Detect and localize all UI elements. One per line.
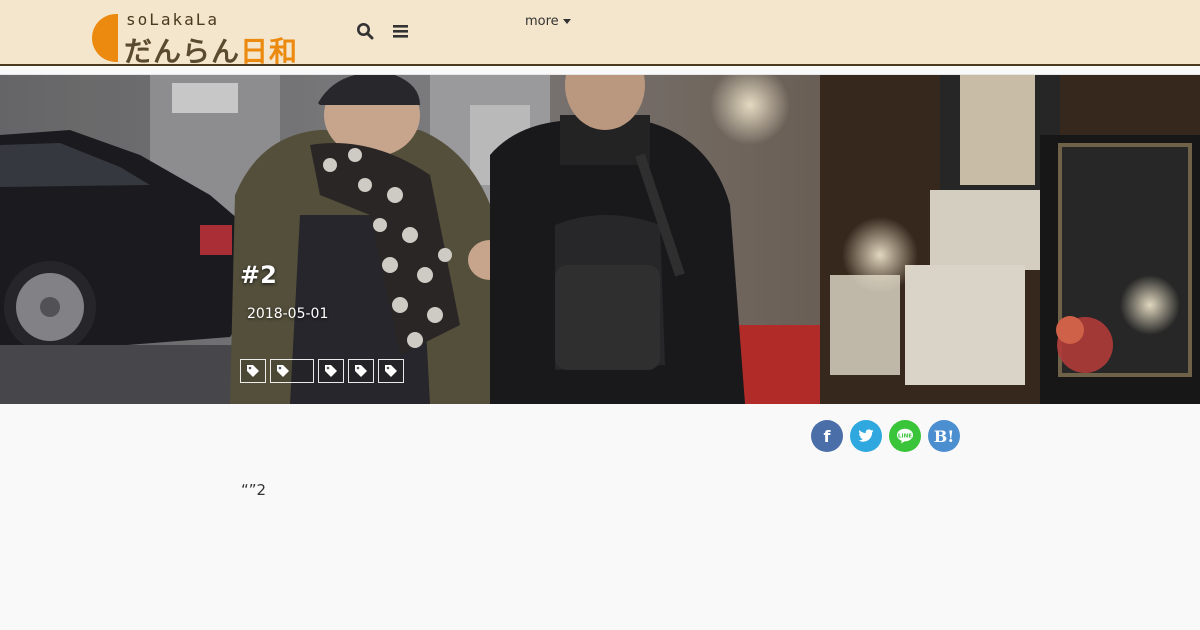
line-share-button[interactable]: LINE [889, 420, 921, 452]
search-icon [357, 23, 374, 40]
facebook-share-button[interactable]: f [811, 420, 843, 452]
more-dropdown[interactable]: more [525, 14, 571, 29]
tag-chip[interactable] [240, 359, 266, 383]
site-logo[interactable]: soLakaLa だんらん日和 [92, 10, 332, 68]
article-body: “”2 [241, 481, 267, 499]
tag-icon [325, 365, 337, 377]
tag-chip[interactable] [270, 359, 314, 383]
tag-icon [355, 365, 367, 377]
tag-chip[interactable] [318, 359, 344, 383]
post-date: 2018-05-01 [247, 306, 329, 322]
facebook-icon: f [823, 426, 831, 446]
header-spacer [0, 66, 1200, 75]
tag-icon [385, 365, 397, 377]
post-title: #2 [240, 261, 277, 289]
tag-chip[interactable] [348, 359, 374, 383]
search-button[interactable] [356, 22, 376, 42]
logo-subtitle: soLakaLa [126, 10, 220, 29]
share-buttons: f LINE B! [811, 420, 960, 452]
twitter-icon [858, 429, 874, 442]
tag-list [240, 359, 404, 383]
hatena-bookmark-button[interactable]: B! [928, 420, 960, 452]
hero-banner: #2 2018-05-01 [0, 75, 1200, 404]
logo-half-sun-mark [92, 14, 118, 62]
caret-down-icon [562, 19, 571, 24]
more-label: more [525, 14, 559, 29]
hero-photo [0, 75, 1200, 404]
hatena-icon: B! [933, 426, 955, 446]
site-header: soLakaLa だんらん日和 more [0, 0, 1200, 68]
menu-icon [393, 25, 408, 38]
tag-chip[interactable] [378, 359, 404, 383]
menu-button[interactable] [392, 22, 412, 42]
svg-text:LINE: LINE [898, 433, 912, 439]
twitter-share-button[interactable] [850, 420, 882, 452]
tag-icon [247, 365, 259, 377]
tag-icon [277, 365, 289, 377]
line-icon: LINE [897, 428, 913, 444]
